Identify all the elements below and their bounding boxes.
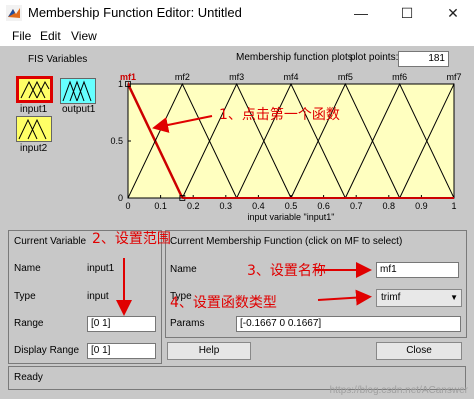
watermark: https://blog.csdn.net/ACanswer: [329, 385, 468, 396]
annotation-1: 1、点击第一个函数: [219, 107, 340, 123]
annotation-2: 2、设置范围: [92, 231, 171, 247]
annotation-arrows: [116, 115, 372, 316]
annotation-4: 4、设置函数类型: [170, 295, 277, 311]
annotation-3: 3、设置名称: [247, 263, 326, 279]
